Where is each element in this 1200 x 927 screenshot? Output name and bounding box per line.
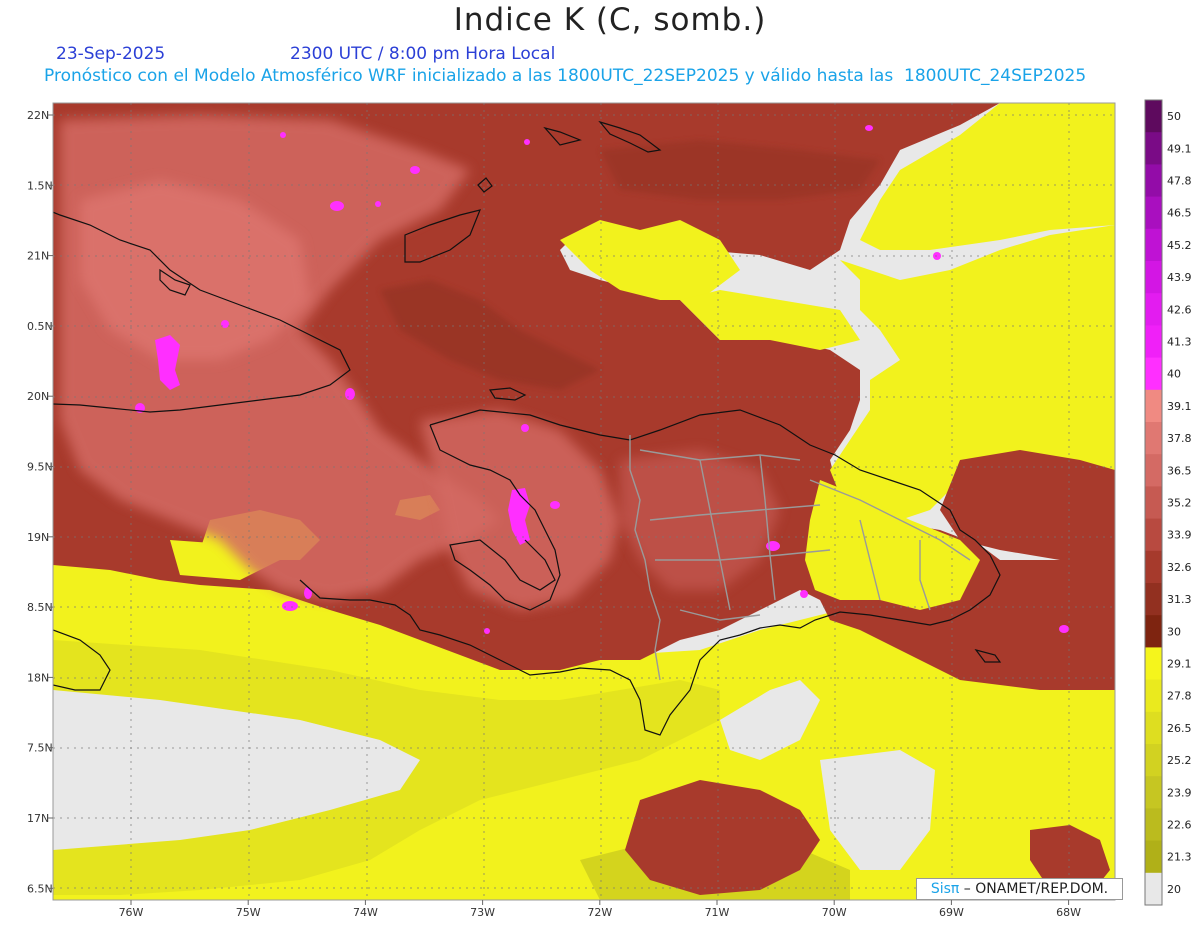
colorbar-label: 39.1 [1167,400,1192,413]
colorbar-label: 29.1 [1167,658,1192,671]
colorbar-label: 41.3 [1167,336,1192,349]
colorbar-swatch [1145,615,1162,648]
colorbar-label: 40 [1167,368,1181,381]
colorbar-label: 27.8 [1167,690,1192,703]
colorbar-swatch [1145,518,1162,552]
lon-label: 71W [705,906,730,919]
lon-label: 68W [1056,906,1081,919]
lon-label: 75W [236,906,261,919]
colorbar-label: 50 [1167,110,1181,123]
colorbar-swatch [1145,486,1162,520]
colorbar-swatch [1145,164,1162,198]
colorbar: 50 49.1 47.8 46.5 45.2 43.9 42.6 41.3 40 39.1 37.8… [1144,99,1192,906]
colorbar-swatch [1145,583,1162,616]
lon-label: 69W [939,906,964,919]
colorbar-label: 23.9 [1167,786,1192,799]
colorbar-label: 30 [1167,625,1181,638]
colorbar-swatch [1145,422,1162,455]
lon-label: 76W [119,906,144,919]
lat-label: 22N [27,109,49,122]
credit-box: Sisπ – ONAMET/REP.DOM. [916,878,1123,900]
colorbar-swatch [1145,357,1162,391]
colorbar-label: 22.6 [1167,819,1192,832]
colorbar-label: 35.2 [1167,497,1192,510]
colorbar-label: 42.6 [1167,303,1192,316]
latitude-labels: 22N1.5N21N0.5N20N9.5N19N8.5N18N7.5N17N6.… [27,109,53,895]
lat-label: 17N [27,812,49,825]
colorbar-label: 49.1 [1167,142,1192,155]
colorbar-swatch [1145,647,1162,681]
colorbar-label: 46.5 [1167,207,1192,220]
colorbar-swatch [1145,808,1162,842]
colorbar-swatch [1145,744,1162,777]
colorbar-swatch [1145,325,1162,359]
colorbar-label: 26.5 [1167,722,1192,735]
colorbar-label: 32.6 [1167,561,1192,574]
colorbar-swatch [1145,100,1162,133]
colorbar-swatch [1145,776,1162,809]
k-index-field [53,103,1115,900]
lat-label: 21N [27,250,49,263]
colorbar-swatch [1145,196,1162,230]
colorbar-label: 45.2 [1167,239,1192,252]
lon-label: 73W [470,906,495,919]
colorbar-swatch [1145,550,1162,584]
colorbar-swatch [1145,293,1162,326]
lat-label: 19N [27,531,49,544]
colorbar-swatch [1145,711,1162,745]
colorbar-swatch [1145,389,1162,423]
colorbar-swatch [1145,840,1162,874]
colorbar-label: 20 [1167,883,1181,896]
colorbar-label: 36.5 [1167,464,1192,477]
lat-label: 20N [27,390,49,403]
colorbar-swatch [1145,261,1162,294]
colorbar-label: 47.8 [1167,175,1192,188]
longitude-labels: 76W 75W 74W 73W 72W 71W 70W 69W 68W [119,900,1081,919]
sispi-logo: Sisπ [930,881,960,897]
lon-label: 74W [353,906,378,919]
colorbar-swatch [1145,872,1162,906]
credit-text: – ONAMET/REP.DOM. [959,881,1109,897]
colorbar-label: 43.9 [1167,271,1192,284]
colorbar-swatch [1145,454,1162,487]
lat-label: 18N [27,671,49,684]
lon-label: 70W [822,906,847,919]
colorbar-swatch [1145,679,1162,713]
colorbar-swatch [1145,228,1162,262]
colorbar-label: 21.3 [1167,851,1192,864]
colorbar-label: 31.3 [1167,593,1192,606]
colorbar-swatch [1145,132,1162,165]
lon-label: 72W [587,906,612,919]
colorbar-label: 37.8 [1167,432,1192,445]
colorbar-label: 33.9 [1167,529,1192,542]
colorbar-label: 25.2 [1167,754,1192,767]
k-index-map: 22N1.5N21N0.5N20N9.5N19N8.5N18N7.5N17N6.… [27,99,1192,919]
